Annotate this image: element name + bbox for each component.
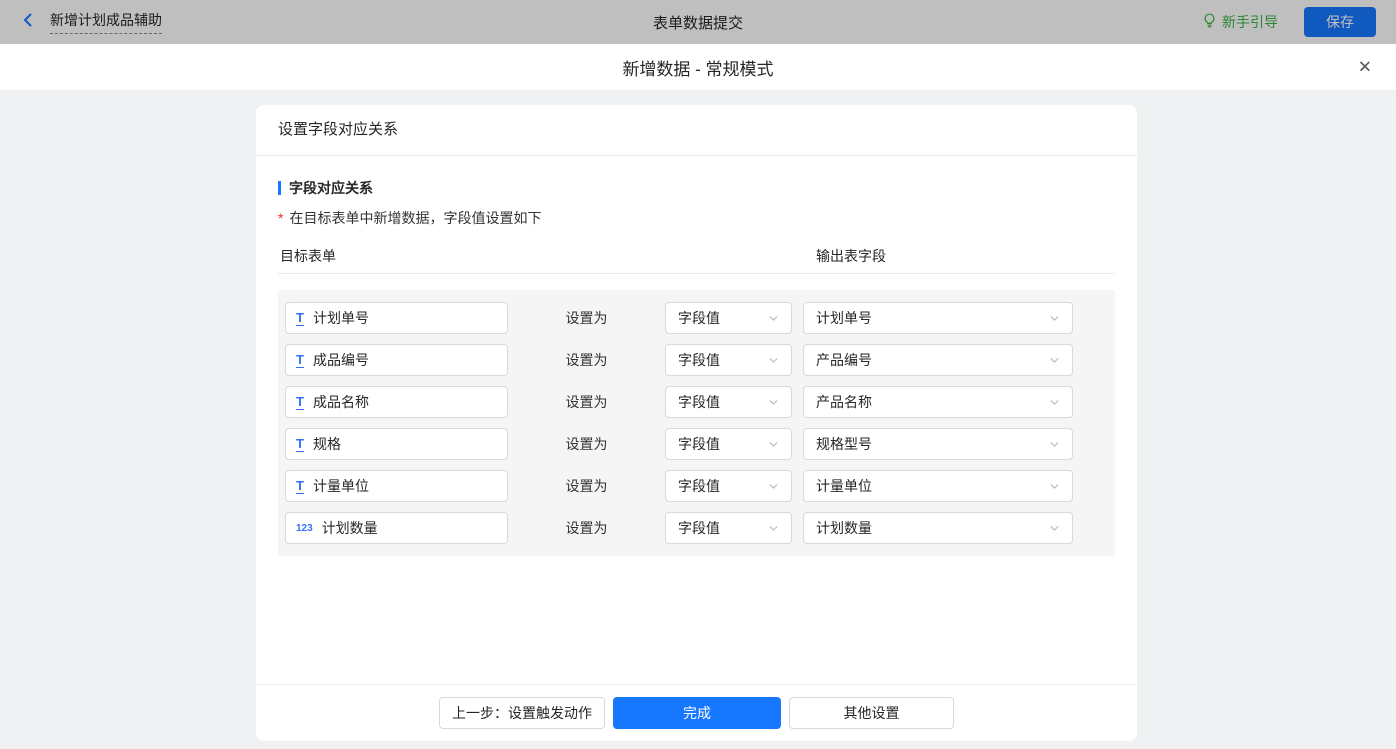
close-icon[interactable]: ✕ — [1358, 59, 1372, 76]
description-line: * 在目标表单中新增数据，字段值设置如下 — [278, 208, 1115, 228]
source-field-box[interactable]: T 计量单位 — [285, 470, 508, 502]
target-field-select[interactable]: 计划数量 — [803, 512, 1073, 544]
value-mode-value: 字段值 — [678, 350, 720, 370]
modal-dim-overlay — [0, 0, 1396, 44]
chevron-down-icon — [1049, 439, 1060, 450]
value-mode-select[interactable]: 字段值 — [665, 344, 792, 376]
source-field-box[interactable]: T 成品名称 — [285, 386, 508, 418]
value-mode-value: 字段值 — [678, 434, 720, 454]
source-field-box[interactable]: T 计划单号 — [285, 302, 508, 334]
card-footer: 上一步：设置触发动作 完成 其他设置 — [256, 684, 1137, 741]
operator-label: 设置为 — [508, 476, 665, 496]
number-field-icon: 123 — [296, 523, 313, 534]
chevron-down-icon — [1049, 481, 1060, 492]
chevron-down-icon — [768, 397, 779, 408]
mapping-row: T 成品名称 设置为字段值 产品名称 — [285, 386, 1115, 418]
value-mode-value: 字段值 — [678, 476, 720, 496]
mapping-row: T 计量单位 设置为字段值 计量单位 — [285, 470, 1115, 502]
modal-header: 新增数据 - 常规模式 ✕ — [0, 44, 1396, 91]
section-title: 字段对应关系 — [278, 178, 1115, 198]
target-field-value: 计划数量 — [816, 518, 872, 538]
value-mode-value: 字段值 — [678, 392, 720, 412]
source-field-name: 规格 — [313, 434, 341, 454]
text-field-icon: T — [296, 311, 304, 326]
text-field-icon: T — [296, 395, 304, 410]
source-field-name: 计划数量 — [322, 518, 378, 538]
other-settings-button[interactable]: 其他设置 — [789, 697, 954, 729]
mapping-row: 123 计划数量 设置为字段值 计划数量 — [285, 512, 1115, 544]
column-headers: 目标表单 输出表字段 — [278, 244, 1115, 274]
target-field-select[interactable]: 产品名称 — [803, 386, 1073, 418]
value-mode-select[interactable]: 字段值 — [665, 470, 792, 502]
target-field-value: 计量单位 — [816, 476, 872, 496]
modal-title: 新增数据 - 常规模式 — [622, 55, 773, 80]
target-field-select[interactable]: 产品编号 — [803, 344, 1073, 376]
app-toolbar: 新增计划成品辅助 表单数据提交 新手引导 保存 — [0, 0, 1396, 44]
operator-label: 设置为 — [508, 308, 665, 328]
chevron-down-icon — [768, 523, 779, 534]
previous-step-button[interactable]: 上一步：设置触发动作 — [439, 697, 605, 729]
target-field-select[interactable]: 计量单位 — [803, 470, 1073, 502]
chevron-down-icon — [1049, 523, 1060, 534]
text-field-icon: T — [296, 479, 304, 494]
chevron-down-icon — [768, 439, 779, 450]
source-field-box[interactable]: 123 计划数量 — [285, 512, 508, 544]
source-field-name: 计划单号 — [313, 308, 369, 328]
value-mode-value: 字段值 — [678, 308, 720, 328]
mapping-rows: T计划单号设置为字段值计划单号T成品编号设置为字段值产品编号T成品名称设置为字段… — [285, 302, 1115, 544]
card-header: 设置字段对应关系 — [256, 105, 1137, 156]
finish-button[interactable]: 完成 — [613, 697, 781, 729]
chevron-down-icon — [768, 355, 779, 366]
operator-label: 设置为 — [508, 518, 665, 538]
value-mode-select[interactable]: 字段值 — [665, 386, 792, 418]
required-mark: * — [278, 210, 283, 226]
section-label: 字段对应关系 — [289, 178, 373, 198]
source-field-box[interactable]: T 规格 — [285, 428, 508, 460]
operator-label: 设置为 — [508, 434, 665, 454]
mapping-panel: T计划单号设置为字段值计划单号T成品编号设置为字段值产品编号T成品名称设置为字段… — [278, 290, 1115, 556]
description-text: 在目标表单中新增数据，字段值设置如下 — [289, 208, 541, 228]
mapping-row: T 成品编号 设置为字段值 产品编号 — [285, 344, 1115, 376]
mapping-row: T 规格 设置为字段值 规格型号 — [285, 428, 1115, 460]
modal-body: 设置字段对应关系 字段对应关系 * 在目标表单中新增数据，字段值设置如下 目标表… — [0, 91, 1396, 749]
chevron-down-icon — [1049, 355, 1060, 366]
column-target-label: 输出表字段 — [816, 246, 886, 266]
target-field-select[interactable]: 规格型号 — [803, 428, 1073, 460]
value-mode-value: 字段值 — [678, 518, 720, 538]
target-field-value: 规格型号 — [816, 434, 872, 454]
mapping-row: T 计划单号 设置为字段值 计划单号 — [285, 302, 1115, 334]
value-mode-select[interactable]: 字段值 — [665, 428, 792, 460]
operator-label: 设置为 — [508, 392, 665, 412]
chevron-down-icon — [1049, 313, 1060, 324]
text-field-icon: T — [296, 437, 304, 452]
section-accent-bar — [278, 181, 281, 195]
target-field-value: 计划单号 — [816, 308, 872, 328]
source-field-name: 成品名称 — [313, 392, 369, 412]
value-mode-select[interactable]: 字段值 — [665, 512, 792, 544]
chevron-down-icon — [1049, 397, 1060, 408]
operator-label: 设置为 — [508, 350, 665, 370]
target-field-value: 产品编号 — [816, 350, 872, 370]
chevron-down-icon — [768, 481, 779, 492]
chevron-down-icon — [768, 313, 779, 324]
card-content: 字段对应关系 * 在目标表单中新增数据，字段值设置如下 目标表单 输出表字段 T… — [256, 156, 1137, 684]
target-field-select[interactable]: 计划单号 — [803, 302, 1073, 334]
source-field-name: 成品编号 — [313, 350, 369, 370]
target-field-value: 产品名称 — [816, 392, 872, 412]
column-source-label: 目标表单 — [280, 246, 336, 266]
value-mode-select[interactable]: 字段值 — [665, 302, 792, 334]
settings-card: 设置字段对应关系 字段对应关系 * 在目标表单中新增数据，字段值设置如下 目标表… — [256, 105, 1137, 741]
source-field-box[interactable]: T 成品编号 — [285, 344, 508, 376]
source-field-name: 计量单位 — [313, 476, 369, 496]
text-field-icon: T — [296, 353, 304, 368]
